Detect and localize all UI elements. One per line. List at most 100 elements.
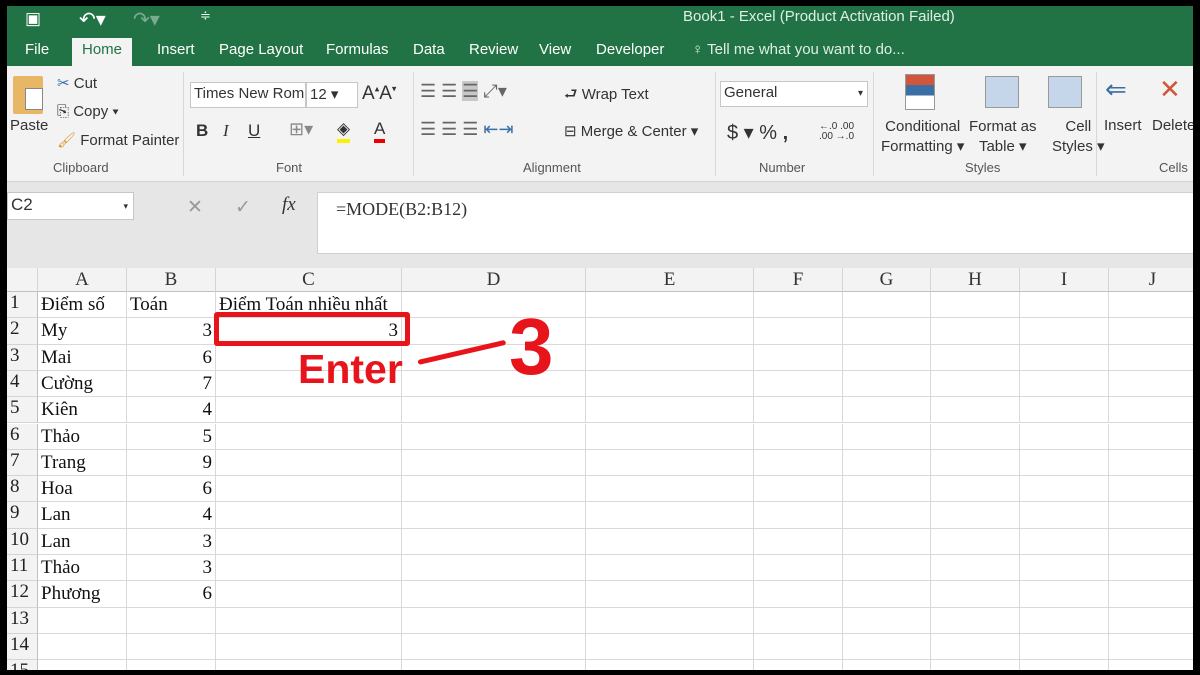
cell-G8[interactable] <box>843 476 931 503</box>
cell-A11[interactable]: Thảo <box>38 555 127 582</box>
cell-B13[interactable] <box>127 607 216 634</box>
cell-G10[interactable] <box>843 528 931 555</box>
cell-J4[interactable] <box>1109 371 1193 398</box>
cell-C14[interactable] <box>216 633 402 661</box>
cell-I2[interactable] <box>1020 318 1109 345</box>
cell-F3[interactable] <box>754 344 843 371</box>
cell-D2[interactable] <box>402 318 586 345</box>
cell-I11[interactable] <box>1020 555 1109 582</box>
borders-icon[interactable]: ⊞▾ <box>289 119 313 140</box>
cell-I6[interactable] <box>1020 423 1109 450</box>
cell-I10[interactable] <box>1020 528 1109 555</box>
cell-A13[interactable] <box>38 607 127 634</box>
cell-J5[interactable] <box>1109 397 1193 424</box>
row-header-13[interactable]: 13 <box>7 607 38 634</box>
cell-H15[interactable] <box>931 660 1020 670</box>
cell-H11[interactable] <box>931 555 1020 582</box>
wrap-text-button[interactable]: ⮐ Wrap Text <box>564 84 649 109</box>
tab-data[interactable]: Data <box>413 41 445 58</box>
cell-G7[interactable] <box>843 449 931 477</box>
cell-A12[interactable]: Phương <box>38 581 127 608</box>
cell-H3[interactable] <box>931 344 1020 371</box>
tab-insert[interactable]: Insert <box>157 41 195 58</box>
cell-A14[interactable] <box>38 633 127 661</box>
cell-H4[interactable] <box>931 370 1020 398</box>
cell-F4[interactable] <box>754 370 843 398</box>
cell-B4[interactable]: 7 <box>127 370 216 398</box>
cell-G15[interactable] <box>843 660 931 670</box>
cell-B14[interactable] <box>127 633 216 661</box>
number-format-select[interactable]: General ▾ <box>720 81 868 107</box>
column-header-B[interactable]: B <box>127 268 216 292</box>
tab-home[interactable]: Home <box>72 38 133 66</box>
column-header-A[interactable]: A <box>38 268 127 292</box>
cell-A7[interactable]: Trang <box>38 449 127 477</box>
insert-function-icon[interactable]: fx <box>282 194 296 216</box>
tab-formulas[interactable]: Formulas <box>326 41 389 58</box>
cell-B11[interactable]: 3 <box>127 555 216 582</box>
cell-F9[interactable] <box>754 502 843 529</box>
cell-B3[interactable]: 6 <box>127 344 216 371</box>
cell-B5[interactable]: 4 <box>127 397 216 424</box>
cell-B15[interactable] <box>127 660 216 670</box>
cell-H10[interactable] <box>931 528 1020 555</box>
redo-icon[interactable]: ↷▾ <box>133 7 160 32</box>
format-painter-button[interactable]: 🖌 Format Painter <box>57 131 179 149</box>
cell-J15[interactable] <box>1109 660 1193 670</box>
cell-H14[interactable] <box>931 633 1020 661</box>
cell-C5[interactable] <box>216 397 402 424</box>
column-header-F[interactable]: F <box>754 268 843 292</box>
cell-G1[interactable] <box>843 292 931 319</box>
formula-input[interactable]: =MODE(B2:B12) <box>317 192 1193 254</box>
format-as-table-button[interactable]: Format as Table ▾ <box>969 117 1037 157</box>
cell-J12[interactable] <box>1109 581 1193 608</box>
cell-F2[interactable] <box>754 318 843 345</box>
column-header-C[interactable]: C <box>216 268 402 292</box>
cell-I7[interactable] <box>1020 449 1109 477</box>
cell-A3[interactable]: Mai <box>38 344 127 371</box>
percent-button[interactable]: % <box>759 122 777 144</box>
cell-F5[interactable] <box>754 397 843 424</box>
cell-H8[interactable] <box>931 476 1020 503</box>
cell-F12[interactable] <box>754 581 843 608</box>
tab-review[interactable]: Review <box>469 41 518 58</box>
column-header-I[interactable]: I <box>1020 268 1109 292</box>
cell-B9[interactable]: 4 <box>127 502 216 529</box>
cancel-icon[interactable]: ✕ <box>187 196 203 219</box>
cell-F10[interactable] <box>754 528 843 555</box>
cell-G14[interactable] <box>843 633 931 661</box>
cell-J2[interactable] <box>1109 318 1193 345</box>
align-icons-bottom[interactable]: ☰ ☰ ☰ ⇤⇥ <box>420 119 514 140</box>
cell-E1[interactable] <box>586 292 754 319</box>
font-size-select[interactable]: 12 ▾ <box>306 82 358 108</box>
customize-toolbar-icon[interactable]: ≑ <box>200 8 211 24</box>
cell-E9[interactable] <box>586 502 754 529</box>
column-header-G[interactable]: G <box>843 268 931 292</box>
insert-cells-button[interactable]: Insert <box>1104 117 1142 134</box>
cell-J14[interactable] <box>1109 634 1193 661</box>
column-header-H[interactable]: H <box>931 268 1020 292</box>
cell-A1[interactable]: Điểm số <box>38 292 127 319</box>
row-header-12[interactable]: 12 <box>7 581 38 608</box>
column-header-J[interactable]: J <box>1109 268 1193 292</box>
cell-C13[interactable] <box>216 607 402 634</box>
cell-G6[interactable] <box>843 423 931 450</box>
cell-H13[interactable] <box>931 607 1020 634</box>
row-header-8[interactable]: 8 <box>7 476 38 503</box>
cell-I4[interactable] <box>1020 370 1109 398</box>
cell-J13[interactable] <box>1109 608 1193 634</box>
bold-button[interactable]: B <box>196 121 208 141</box>
cell-E11[interactable] <box>586 555 754 582</box>
cell-D14[interactable] <box>402 633 586 661</box>
cell-D15[interactable] <box>402 660 586 670</box>
row-header-15[interactable]: 15 <box>7 660 38 670</box>
cell-E5[interactable] <box>586 397 754 424</box>
cell-G12[interactable] <box>843 581 931 608</box>
copy-button[interactable]: ⎘ Copy ▾ <box>57 103 119 120</box>
cell-E6[interactable] <box>586 423 754 450</box>
cell-I9[interactable] <box>1020 502 1109 529</box>
cell-F7[interactable] <box>754 449 843 477</box>
cell-H2[interactable] <box>931 318 1020 345</box>
cell-G3[interactable] <box>843 344 931 371</box>
font-color-icon[interactable]: A <box>374 119 386 143</box>
